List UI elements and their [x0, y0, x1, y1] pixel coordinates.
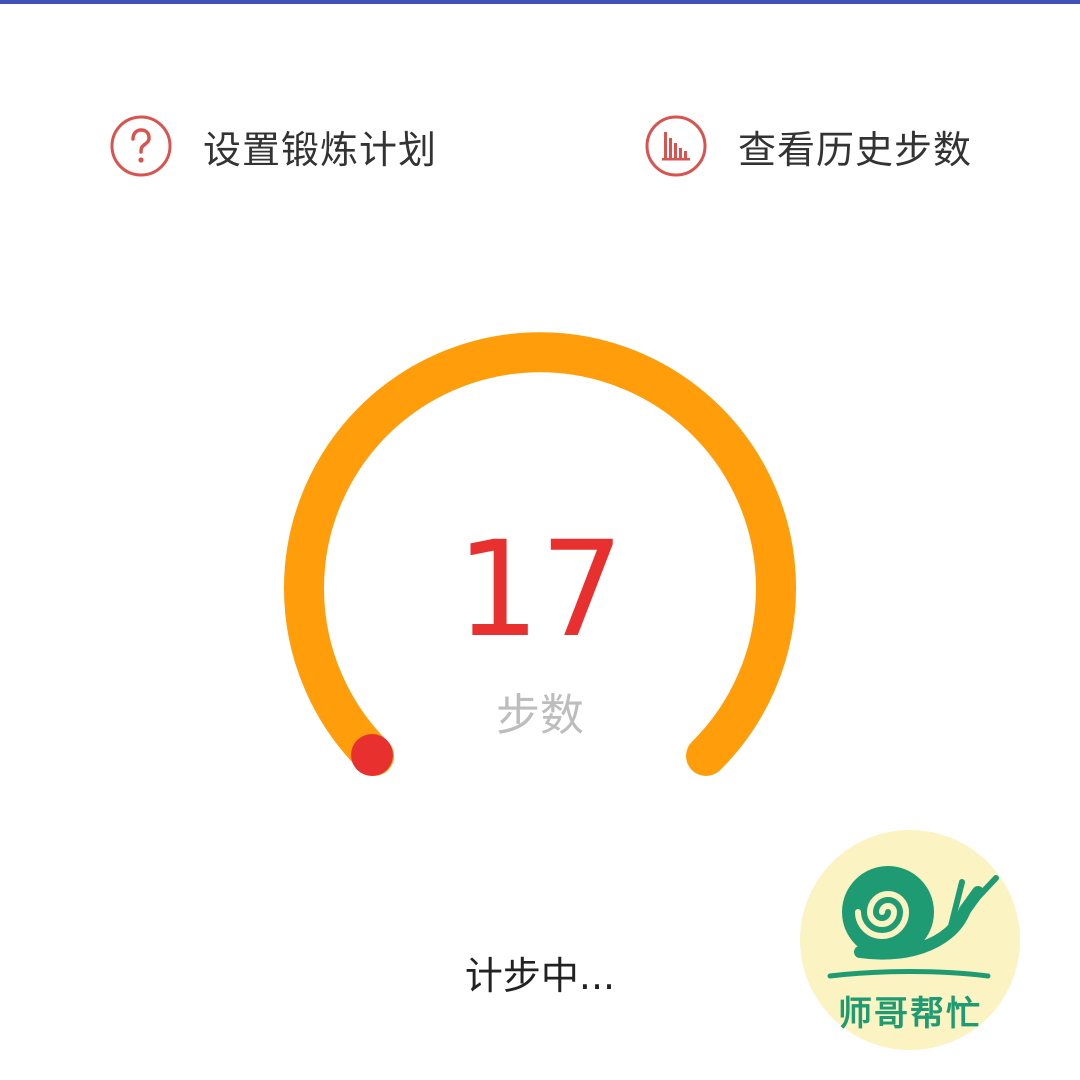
pedometer-status: 计步中... [464, 954, 616, 998]
watermark-brand-text: 师哥帮忙 [838, 994, 982, 1034]
step-count-unit: 步数 [496, 690, 584, 741]
step-count-value: 17 [456, 513, 624, 667]
progress-indicator-dot [351, 734, 393, 776]
